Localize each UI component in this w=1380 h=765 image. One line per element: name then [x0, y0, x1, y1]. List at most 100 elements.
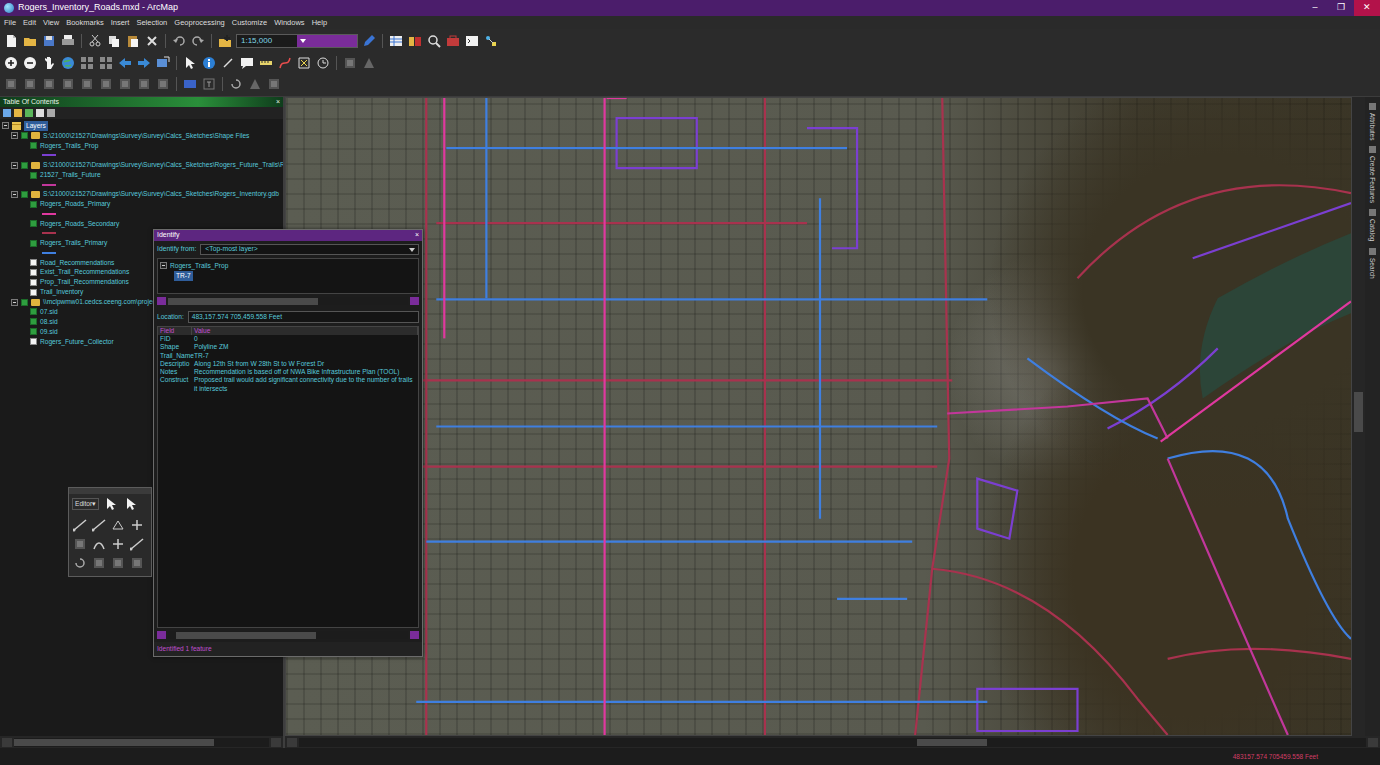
scroll-thumb[interactable] — [168, 298, 318, 305]
map-feature-line[interactable] — [436, 425, 937, 427]
tool-button[interactable] — [106, 33, 122, 49]
toolbar-grip[interactable] — [69, 488, 151, 494]
map-feature-line[interactable] — [819, 198, 821, 519]
map-feature-line[interactable] — [807, 128, 857, 248]
scroll-right-icon[interactable] — [410, 297, 419, 305]
restore-button[interactable]: ❐ — [1328, 0, 1354, 16]
layer-checkbox[interactable] — [30, 269, 37, 276]
tool-button[interactable] — [266, 76, 282, 92]
layer-checkbox[interactable] — [30, 279, 37, 286]
tool-button[interactable] — [426, 33, 442, 49]
tool-button[interactable] — [129, 517, 145, 533]
side-tab[interactable]: Create Features — [1368, 146, 1378, 203]
scroll-thumb[interactable] — [1354, 392, 1363, 432]
tool-button[interactable] — [182, 55, 198, 71]
layer-checkbox[interactable] — [30, 328, 37, 335]
result-feature[interactable]: TR-7 — [160, 271, 416, 281]
layer-checkbox[interactable] — [21, 191, 28, 198]
tool-button[interactable] — [182, 76, 198, 92]
map-feature-line[interactable] — [1168, 451, 1351, 639]
layer-checkbox[interactable] — [30, 240, 37, 247]
tool-button[interactable] — [136, 76, 152, 92]
tool-button[interactable] — [201, 76, 217, 92]
scroll-thumb[interactable] — [14, 739, 214, 746]
tool-button[interactable] — [125, 33, 141, 49]
tool-button[interactable] — [129, 536, 145, 552]
layer-item[interactable]: 21527_Trails_Future — [2, 170, 283, 180]
tool-button[interactable] — [315, 55, 331, 71]
map-feature-line[interactable] — [617, 118, 697, 168]
scroll-thumb[interactable] — [917, 739, 987, 746]
map-feature-line[interactable] — [1108, 348, 1218, 428]
tool-button[interactable] — [171, 33, 187, 49]
map-feature-line[interactable] — [977, 689, 1077, 731]
attribute-row[interactable]: ShapePolyline ZM — [158, 343, 418, 351]
toc-scrollbar[interactable] — [0, 736, 283, 748]
dropdown-arrow-icon[interactable] — [297, 35, 357, 47]
attribute-row[interactable]: FID0 — [158, 335, 418, 343]
toc-view-icon[interactable] — [47, 109, 55, 117]
location-field[interactable]: 483,157.574 705,459.558 Feet — [188, 311, 419, 323]
map-feature-line[interactable] — [932, 569, 1167, 735]
tool-button[interactable] — [117, 55, 133, 71]
result-label[interactable]: Rogers_Trails_Prop — [170, 261, 228, 271]
tool-button[interactable] — [110, 536, 126, 552]
map-feature-line[interactable] — [947, 398, 1167, 438]
tool-button[interactable] — [217, 33, 233, 49]
tool-button[interactable] — [445, 33, 461, 49]
tool-button[interactable] — [247, 76, 263, 92]
result-label[interactable]: TR-7 — [174, 271, 193, 281]
tool-button[interactable] — [117, 76, 133, 92]
layer-group[interactable]: S:\21000\21527\Drawings\Survey\Survey\Ca… — [2, 131, 283, 141]
side-tab[interactable]: Search — [1368, 248, 1378, 279]
identify-from-dropdown[interactable]: <Top-most layer> — [200, 244, 419, 255]
layer-label[interactable]: 08.sid — [40, 317, 58, 327]
scroll-thumb[interactable] — [176, 632, 316, 639]
scroll-left-icon[interactable] — [157, 297, 166, 305]
tool-button[interactable] — [361, 33, 377, 49]
editor-menu-button[interactable]: Editor▾ — [72, 498, 99, 510]
map-scale-field[interactable]: 1:15,000 — [236, 34, 358, 48]
expand-toggle[interactable] — [160, 262, 167, 269]
side-tab-label[interactable]: Create Features — [1368, 156, 1378, 203]
tool-button[interactable] — [87, 33, 103, 49]
menu-item[interactable]: Insert — [111, 17, 130, 28]
tool-button[interactable] — [72, 517, 88, 533]
tool-button[interactable] — [483, 33, 499, 49]
map-feature-line[interactable] — [416, 701, 987, 703]
layer-label[interactable]: 07.sid — [40, 307, 58, 317]
menu-item[interactable]: File — [4, 17, 16, 28]
tool-button[interactable] — [155, 76, 171, 92]
map-feature-line[interactable] — [443, 98, 445, 338]
tool-button[interactable] — [144, 33, 160, 49]
layer-label[interactable]: 09.sid — [40, 327, 58, 337]
tool-button[interactable] — [22, 33, 38, 49]
map-feature-line[interactable] — [485, 98, 487, 298]
tool-button[interactable] — [155, 55, 171, 71]
tool-button[interactable] — [41, 76, 57, 92]
tool-button[interactable] — [110, 517, 126, 533]
map-feature-line[interactable] — [764, 98, 766, 735]
map-feature-line[interactable] — [1168, 649, 1351, 659]
layer-checkbox[interactable] — [30, 201, 37, 208]
layers-root[interactable]: Layers — [2, 121, 283, 131]
attribute-row[interactable]: Trail_NameTR-7 — [158, 352, 418, 360]
tool-button[interactable] — [123, 496, 139, 512]
layer-label[interactable]: Rogers_Trails_Primary — [40, 238, 107, 248]
expand-toggle[interactable] — [11, 162, 18, 169]
layer-label[interactable]: S:\21000\21527\Drawings\Survey\Survey\Ca… — [43, 189, 279, 199]
tool-button[interactable] — [361, 55, 377, 71]
layer-checkbox[interactable] — [30, 220, 37, 227]
tool-button[interactable] — [91, 555, 107, 571]
layer-item[interactable]: Rogers_Trails_Prop — [2, 141, 283, 151]
layer-label[interactable]: Exist_Trail_Recommendations — [40, 267, 129, 277]
layer-checkbox[interactable] — [21, 299, 28, 306]
map-feature-line[interactable] — [425, 98, 427, 735]
attribute-row[interactable]: NotesRecommendation is based off of NWA … — [158, 368, 418, 376]
dropdown-value[interactable]: <Top-most layer> — [205, 244, 258, 254]
toc-view-icon[interactable] — [36, 109, 44, 117]
tool-button[interactable] — [91, 536, 107, 552]
layer-label[interactable]: Road_Recommendations — [40, 258, 114, 268]
layer-label[interactable]: S:\21000\21527\Drawings\Survey\Survey\Ca… — [43, 131, 249, 141]
map-feature-line[interactable] — [446, 147, 847, 149]
